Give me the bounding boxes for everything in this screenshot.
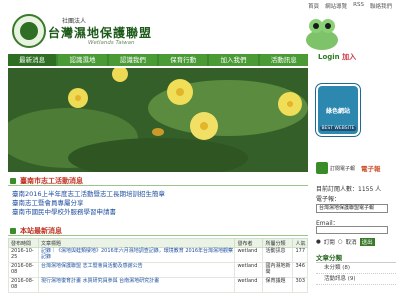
submit-button[interactable]: 送出 [359,238,375,246]
subscribe-options: ● 訂閱 ○ 取消 送出 [316,238,375,246]
latest-table: 發布時間 文章標題 發布者 所屬分類 人氣 2016-10-25 記錄｜《濕地與… [8,238,308,293]
news-link[interactable]: 臺南2016上半年度志工活動暨志工長期培訓招生簡章 [12,190,302,199]
row-views: 303 [292,277,308,293]
top-link-contact[interactable]: 聯絡我們 [368,2,394,10]
subscriber-count: 目前訂閱人數：1155 人 [316,186,382,193]
top-link-rss[interactable]: RSS [351,2,366,10]
row-date: 2016-10-25 [8,247,39,263]
col-date: 發布時間 [8,238,39,248]
category-item[interactable]: 未分類 (8) [316,263,396,274]
login-link[interactable]: Login 加入 [318,52,356,62]
news-list: 臺南2016上半年度志工活動暨志工長期培訓招生簡章 臺南志工暨會員專屬分享 臺南… [12,190,302,217]
main-nav: 最新消息 認識濕地 認識我們 保育行動 加入我們 活動訊息 [8,54,308,66]
table-row[interactable]: 2016-08-08 台灣濕地保護聯盟 志工暨會員活動及感謝公告 wetland… [8,262,308,278]
row-title[interactable]: 台灣濕地保護聯盟 志工暨會員活動及感謝公告 [37,262,236,278]
site-logo[interactable] [12,14,46,48]
frog-icon [306,19,338,50]
category-item[interactable]: 活動訊息 (9) [316,274,396,285]
banner-image [8,68,308,172]
category-heading: 文章分類 [316,254,342,262]
subscribe-label: 電子報： [316,196,341,203]
newsletter-icon [316,162,328,174]
nav-item-wetlands[interactable]: 認識濕地 [58,54,107,66]
join-label[interactable]: 加入 [342,53,356,61]
row-category: 保育議題 [262,277,294,293]
row-author: wetland [234,247,264,263]
news-link[interactable]: 臺南志工暨會員專屬分享 [12,199,302,208]
email-field[interactable] [316,226,388,234]
login-label[interactable]: Login [318,53,340,61]
nav-item-conservation[interactable]: 保育行動 [158,54,208,66]
row-views: 346 [292,262,308,278]
row-author: wetland [234,262,264,278]
row-date: 2016-08-08 [8,262,39,278]
newsletter-select[interactable]: 台灣濕地保護聯盟電子報 [316,204,388,213]
epaper-banner[interactable]: 訂閱電子報 電子報 [316,162,392,174]
page: 首頁 網站導覽 RSS 聯絡我們 社團法人 台灣濕地保護聯盟 Wetlands … [0,0,400,300]
col-title: 文章標題 [37,238,236,248]
badge-sub: BEST WEBSITE [320,126,356,131]
org-english-name: Wetlands Taiwan [88,40,135,46]
nav-item-events[interactable]: 活動訊息 [259,54,308,66]
best-website-badge[interactable]: 綠色網站 BEST WEBSITE [316,84,360,136]
row-title[interactable]: 現行濕地復育計畫 水質研究員參與 台南濕地研究計畫 [37,277,236,293]
row-title[interactable]: 記錄｜《濕地與蛙類棲地》2016年六月濕地調查記錄，環境教育 2016年台灣濕地… [37,247,236,263]
badge-text: 綠色網站 [325,108,350,115]
col-views: 人氣 [292,238,308,248]
row-category: 國內濕地新聞 [262,262,294,278]
row-date: 2016-08-08 [8,277,39,293]
col-category: 所屬分類 [262,238,294,248]
table-header-row: 發布時間 文章標題 發布者 所屬分類 人氣 [8,238,308,248]
org-title: 台灣濕地保護聯盟 [48,26,153,40]
top-link-home[interactable]: 首頁 [306,2,321,10]
row-views: 177 [292,247,308,263]
leaf-icon [20,22,38,40]
epaper-title: 電子報 [361,165,381,173]
row-category: 活動訊息 [262,247,294,263]
radio-subscribe[interactable]: ● [316,239,321,245]
table-row[interactable]: 2016-08-08 現行濕地復育計畫 水質研究員參與 台南濕地研究計畫 wet… [8,277,308,293]
radio-cancel[interactable]: ○ [338,239,343,245]
sidebar: 綠色網站 BEST WEBSITE 訂閱電子報 電子報 目前訂閱人數：1155 … [310,66,398,300]
nav-item-about[interactable]: 認識我們 [108,54,157,66]
top-links: 首頁 網站導覽 RSS 聯絡我們 [306,2,394,10]
category-list: 未分類 (8) 活動訊息 (9) [316,262,396,285]
news-link[interactable]: 臺南市國民中學校外服務學習申請書 [12,208,302,217]
radio-subscribe-label: 訂閱 [323,240,335,246]
news-heading: 臺南市志工活動消息 [8,176,308,186]
radio-cancel-label: 取消 [345,240,357,246]
col-author: 發布者 [234,238,264,248]
top-link-sitemap[interactable]: 網站導覽 [323,2,349,10]
row-author: wetland [234,277,264,293]
latest-heading: 本站最新消息 [8,226,308,236]
nav-item-join[interactable]: 加入我們 [209,54,258,66]
table-row[interactable]: 2016-10-25 記錄｜《濕地與蛙類棲地》2016年六月濕地調查記錄，環境教… [8,247,308,263]
nav-item-news[interactable]: 最新消息 [8,54,57,66]
epaper-label: 訂閱電子報 [330,165,356,172]
